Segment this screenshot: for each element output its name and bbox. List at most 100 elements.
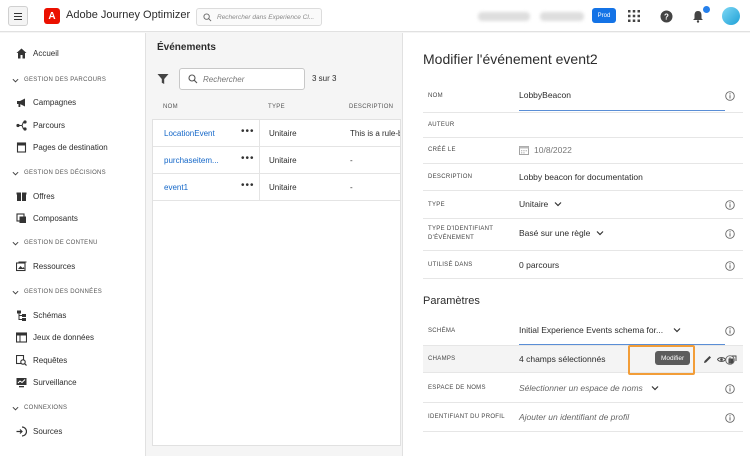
property-description: DESCRIPTION Lobby beacon for documentati…: [423, 164, 743, 191]
info-icon[interactable]: [725, 355, 735, 365]
row-more-actions-button[interactable]: •••: [241, 153, 255, 164]
profile-id-input[interactable]: Ajouter un identifiant de profil: [519, 412, 629, 422]
created-date: 10/8/2022: [519, 145, 572, 155]
sidebar-item-sources[interactable]: Sources: [16, 424, 62, 438]
sidebar-item-parcours[interactable]: Parcours: [16, 118, 65, 132]
sidebar-section-label: GESTION DES DÉCISIONS: [24, 170, 106, 176]
id-type-select-value: Basé sur une règle: [519, 228, 591, 238]
sidebar-item-home[interactable]: Accueil: [16, 46, 59, 60]
sidebar-item-label: Parcours: [33, 120, 66, 130]
table-header: NOM TYPE DESCRIPTION: [152, 100, 401, 116]
column-header-description[interactable]: DESCRIPTION: [349, 104, 393, 110]
chevron-down-icon: [12, 290, 19, 295]
events-count: 3 sur 3: [312, 74, 337, 83]
column-divider: [259, 147, 260, 173]
info-icon[interactable]: [725, 91, 735, 101]
sidebar-item-offres[interactable]: Offres: [16, 189, 55, 203]
parameters-title: Paramètres: [423, 295, 480, 307]
user-avatar[interactable]: [722, 7, 740, 25]
name-input[interactable]: LobbyBeacon: [519, 90, 571, 100]
events-search-input[interactable]: Rechercher: [179, 68, 305, 90]
sidebar-item-label: Accueil: [33, 48, 59, 58]
sidebar-item-composants[interactable]: Composants: [16, 211, 78, 225]
table-row[interactable]: event1 ••• Unitaire -: [153, 174, 400, 201]
created-date-value: 10/8/2022: [534, 145, 572, 155]
event-description: -: [350, 183, 353, 192]
sidebar-item-pages-destination[interactable]: Pages de destination: [16, 140, 108, 154]
grid-icon: [628, 10, 640, 22]
sidebar-item-schemas[interactable]: Schémas: [16, 308, 66, 322]
sidebar-section-connexions[interactable]: CONNEXIONS: [12, 403, 67, 413]
pencil-icon[interactable]: [703, 355, 712, 364]
sidebar-item-label: Ressources: [33, 261, 76, 271]
filter-icon[interactable]: [157, 73, 169, 85]
help-button[interactable]: ?: [658, 8, 674, 24]
sources-icon: [16, 425, 27, 437]
schema-select[interactable]: Initial Experience Events schema for...: [519, 325, 681, 335]
sidebar-item-label: Composants: [33, 213, 78, 223]
sidebar-item-jeux-donnees[interactable]: Jeux de données: [16, 330, 94, 344]
column-header-type[interactable]: TYPE: [268, 104, 285, 110]
sidebar-item-label: Offres: [33, 191, 55, 201]
property-id-type: TYPE D'IDENTIFIANT D'ÉVÉNEMENT Basé sur u…: [423, 219, 743, 251]
property-used-in: UTILISÉ DANS 0 parcours: [423, 251, 743, 279]
sidebar-section-donnees[interactable]: GESTION DES DONNÉES: [12, 287, 102, 297]
adobe-logo-icon: A: [44, 8, 60, 24]
monitor-icon: [16, 377, 27, 387]
table-row[interactable]: LocationEvent ••• Unitaire This is a rul…: [153, 120, 400, 147]
notification-dot: [703, 6, 710, 13]
info-icon[interactable]: [725, 384, 735, 394]
property-type: TYPE Unitaire: [423, 191, 743, 219]
type-select[interactable]: Unitaire: [519, 199, 562, 209]
sidebar-section-contenu[interactable]: GESTION DE CONTENU: [12, 238, 98, 248]
namespace-select[interactable]: Sélectionner un espace de noms: [519, 383, 659, 393]
id-type-select[interactable]: Basé sur une règle: [519, 228, 604, 238]
namespace-placeholder: Sélectionner un espace de noms: [519, 383, 643, 393]
assets-icon: [16, 261, 27, 271]
row-more-actions-button[interactable]: •••: [241, 180, 255, 191]
events-search-placeholder: Rechercher: [203, 74, 245, 84]
datasets-icon: [16, 331, 27, 343]
info-icon[interactable]: [725, 200, 735, 210]
property-label: CRÉÉ LE: [428, 147, 456, 153]
event-type: Unitaire: [269, 183, 297, 192]
info-icon[interactable]: [725, 413, 735, 423]
event-description: -: [350, 156, 353, 165]
help-icon: ?: [660, 10, 672, 22]
column-header-nom[interactable]: NOM: [163, 104, 178, 110]
description-input[interactable]: Lobby beacon for documentation: [519, 172, 643, 182]
table-row[interactable]: purchaseitem... ••• Unitaire -: [153, 147, 400, 174]
info-icon[interactable]: [725, 261, 735, 271]
sidebar-section-parcours[interactable]: GESTION DES PARCOURS: [12, 75, 106, 85]
org-name-blurred[interactable]: [478, 12, 530, 21]
sidebar-item-campagnes[interactable]: Campagnes: [16, 95, 76, 109]
chevron-down-icon: [596, 231, 604, 236]
event-name-link[interactable]: purchaseitem...: [164, 156, 219, 165]
property-label: IDENTIFIANT DU PROFIL: [428, 414, 505, 420]
info-icon[interactable]: [725, 229, 735, 239]
sandbox-name-blurred[interactable]: [540, 12, 584, 21]
row-more-actions-button[interactable]: •••: [241, 126, 255, 137]
megaphone-icon: [17, 98, 25, 107]
apps-grid-button[interactable]: [626, 8, 642, 24]
event-name-link[interactable]: LocationEvent: [164, 129, 215, 138]
event-type: Unitaire: [269, 129, 297, 138]
journey-icon: [16, 119, 27, 131]
sidebar-item-surveillance[interactable]: Surveillance: [16, 375, 77, 389]
info-icon[interactable]: [725, 326, 735, 336]
type-select-value: Unitaire: [519, 199, 549, 209]
sidebar-item-ressources[interactable]: Ressources: [16, 259, 75, 273]
menu-button[interactable]: [8, 6, 28, 26]
sidebar-item-requetes[interactable]: Requêtes: [16, 353, 67, 367]
top-bar: A Adobe Journey Optimizer Rechercher dan…: [0, 0, 750, 32]
property-label: NOM: [428, 93, 443, 99]
events-title: Événements: [157, 42, 216, 53]
env-badge[interactable]: Prod: [592, 8, 616, 23]
property-nom: NOM LobbyBeacon: [423, 80, 743, 113]
global-search-input[interactable]: Rechercher dans Experience Cl...: [196, 8, 322, 26]
sidebar-item-label: Pages de destination: [33, 142, 108, 152]
event-description: This is a rule-b: [350, 129, 400, 138]
event-name-link[interactable]: event1: [164, 183, 188, 192]
sidebar-section-decisions[interactable]: GESTION DES DÉCISIONS: [12, 168, 106, 178]
schema-icon: [17, 310, 26, 321]
